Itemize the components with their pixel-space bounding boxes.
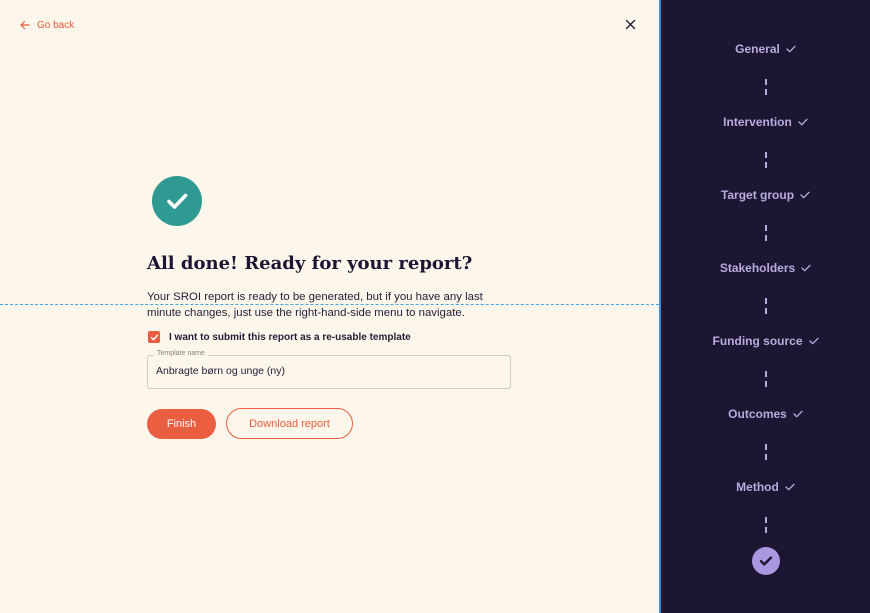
template-name-input[interactable] <box>156 365 496 377</box>
template-checkbox[interactable] <box>148 331 160 343</box>
sidebar-step-label: Intervention <box>723 115 792 129</box>
go-back-label: Go back <box>37 19 75 31</box>
sidebar-step-label: Outcomes <box>728 407 787 421</box>
step-connector <box>765 444 767 463</box>
sidebar: General Intervention Target group Stakeh… <box>661 0 870 613</box>
go-back-link[interactable]: Go back <box>20 17 74 33</box>
sidebar-step-label: Method <box>736 480 779 494</box>
main-panel: Go back All done! Ready for your report?… <box>0 0 659 613</box>
sidebar-step-target-group[interactable]: Target group <box>661 187 870 203</box>
completed-check-icon <box>752 547 780 575</box>
check-icon <box>808 337 819 345</box>
sidebar-step-label: General <box>735 42 780 56</box>
check-icon <box>800 191 810 199</box>
sidebar-step-outcomes[interactable]: Outcomes <box>661 406 870 422</box>
close-button[interactable] <box>623 17 638 32</box>
template-checkbox-row[interactable]: I want to submit this report as a re-usa… <box>148 331 411 343</box>
check-icon <box>785 483 795 491</box>
success-check-icon <box>152 176 202 226</box>
page-description: Your SROI report is ready to be generate… <box>147 291 483 319</box>
sidebar-step-funding-source[interactable]: Funding source <box>661 333 870 349</box>
page-title: All done! Ready for your report? <box>147 253 473 274</box>
download-report-button[interactable]: Download report <box>226 408 353 439</box>
step-connector <box>765 371 767 390</box>
guide-line <box>0 304 659 305</box>
template-name-label: Template name <box>154 350 208 357</box>
template-name-field: Template name <box>147 350 511 389</box>
step-connector <box>765 225 767 244</box>
close-icon <box>625 19 636 30</box>
sidebar-step-general[interactable]: General <box>661 41 870 57</box>
step-connector <box>765 517 767 536</box>
checkmark-icon <box>150 334 158 340</box>
sidebar-step-label: Stakeholders <box>719 261 796 275</box>
check-icon <box>786 45 796 53</box>
sidebar-step-label: Target group <box>720 188 795 202</box>
step-connector <box>765 152 767 171</box>
check-icon <box>798 118 808 126</box>
check-icon <box>801 264 811 272</box>
arrow-left-icon <box>20 20 30 30</box>
template-checkbox-label: I want to submit this report as a re-usa… <box>169 331 411 343</box>
sidebar-step-method[interactable]: Method <box>661 479 870 495</box>
sidebar-step-stakeholders[interactable]: Stakeholders <box>661 260 870 276</box>
check-icon <box>793 410 803 418</box>
sidebar-step-label: Funding source <box>712 334 803 348</box>
step-connector <box>765 79 767 98</box>
finish-button[interactable]: Finish <box>147 409 216 439</box>
sidebar-step-intervention[interactable]: Intervention <box>661 114 870 130</box>
step-connector <box>765 298 767 317</box>
